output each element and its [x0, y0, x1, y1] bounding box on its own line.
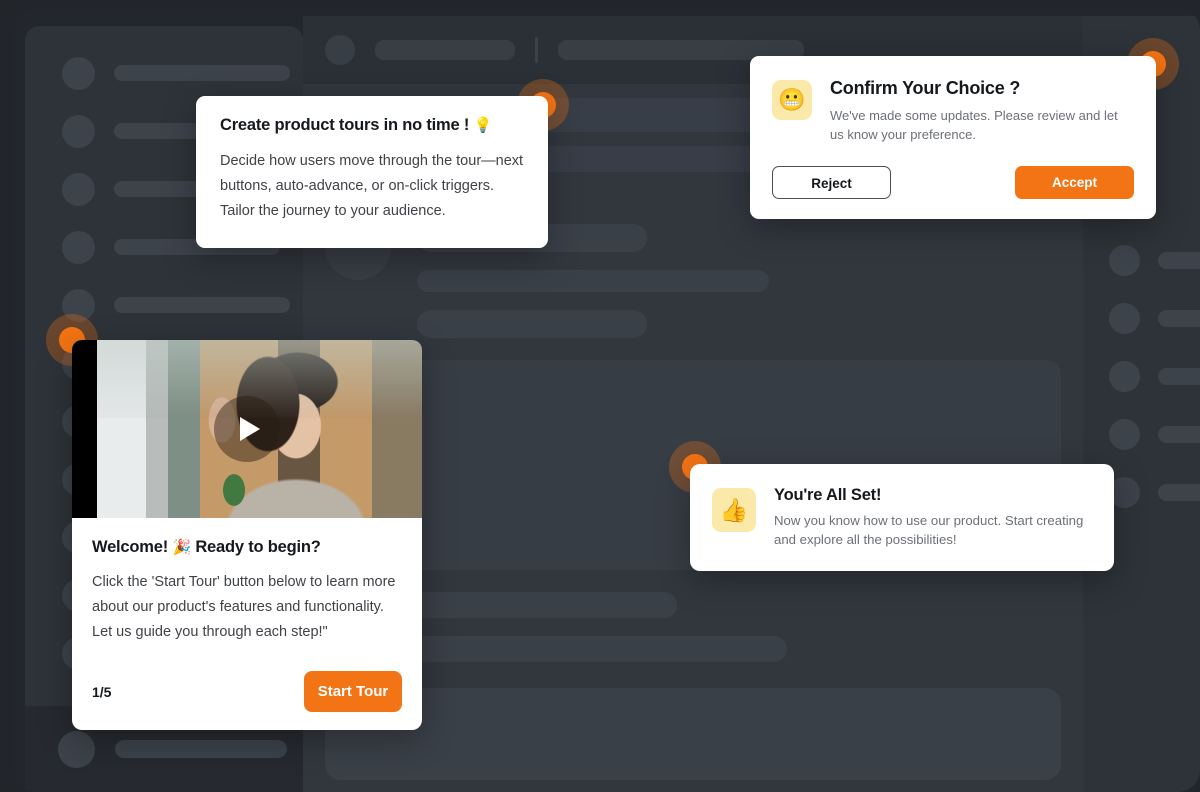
reject-button[interactable]: Reject [772, 166, 891, 199]
video-letterbox [72, 340, 97, 518]
topbar-title-placeholder [375, 40, 515, 60]
right-panel-row[interactable] [1083, 289, 1200, 347]
tooltip-card-title: Create product tours in no time ! 💡 [220, 116, 524, 135]
right-panel-avatar-placeholder [1109, 302, 1140, 334]
sidebar-avatar-placeholder [62, 56, 95, 90]
sidebar-label-placeholder [114, 65, 290, 81]
welcome-card-title-suffix: Ready to begin? [195, 538, 321, 556]
sidebar-avatar-placeholder [62, 230, 95, 264]
confirm-dialog-header: 😬 Confirm Your Choice ? We've made some … [772, 78, 1134, 144]
sidebar-footer-label [115, 740, 287, 758]
right-panel-row[interactable] [1083, 347, 1200, 405]
content-line [417, 310, 647, 338]
all-set-card: 👍 You're All Set! Now you know how to us… [690, 464, 1114, 571]
right-panel-row[interactable] [1083, 231, 1200, 289]
thumbs-up-emoji-icon: 👍 [712, 488, 756, 532]
topbar-divider [535, 37, 538, 63]
sidebar-row[interactable] [25, 44, 303, 102]
all-set-card-header: 👍 You're All Set! Now you know how to us… [712, 486, 1092, 549]
content-line [417, 270, 769, 292]
right-panel-avatar-placeholder [1109, 360, 1140, 392]
right-panel-label-placeholder [1158, 251, 1200, 269]
sidebar-avatar-placeholder [62, 172, 95, 206]
welcome-card-body-wrap: Welcome! 🎉 Ready to begin? Click the 'St… [72, 518, 422, 730]
confirm-dialog-actions: Reject Accept [772, 166, 1134, 199]
video-thumbnail[interactable] [72, 340, 422, 518]
right-panel-label-placeholder [1158, 309, 1200, 327]
welcome-card-title-prefix: Welcome! [92, 538, 169, 556]
all-set-card-body: Now you know how to use our product. Sta… [774, 513, 1084, 547]
accept-button[interactable]: Accept [1015, 166, 1134, 199]
sidebar-footer-avatar [58, 730, 95, 768]
sidebar-avatar-placeholder [62, 114, 95, 148]
content-card-secondary[interactable] [325, 688, 1061, 780]
right-panel-label-placeholder [1158, 425, 1200, 443]
welcome-card-footer: 1/5 Start Tour [92, 671, 402, 712]
confirm-dialog-card: 😬 Confirm Your Choice ? We've made some … [750, 56, 1156, 219]
tooltip-card: Create product tours in no time ! 💡 Deci… [196, 96, 548, 248]
sidebar-label-placeholder [114, 297, 290, 313]
welcome-card-body: Click the 'Start Tour' button below to l… [92, 574, 396, 640]
screenshot-stage: Create product tours in no time ! 💡 Deci… [0, 0, 1200, 792]
grimacing-face-emoji-icon: 😬 [772, 80, 812, 120]
confirm-dialog-title: Confirm Your Choice ? [830, 78, 1021, 98]
tooltip-card-title-text: Create product tours in no time ! [220, 116, 470, 134]
step-counter: 1/5 [92, 683, 112, 700]
start-tour-button[interactable]: Start Tour [304, 671, 402, 712]
right-panel-row[interactable] [1083, 405, 1200, 463]
welcome-card-title: Welcome! 🎉 Ready to begin? [92, 538, 402, 557]
topbar-avatar-placeholder [325, 35, 355, 65]
right-panel-avatar-placeholder [1109, 244, 1140, 276]
play-triangle-icon [240, 417, 260, 441]
confirm-dialog-text-group: Confirm Your Choice ? We've made some up… [830, 78, 1134, 144]
right-panel-label-placeholder [1158, 483, 1200, 501]
play-icon[interactable] [214, 396, 280, 462]
right-panel-label-placeholder [1158, 367, 1200, 385]
welcome-tour-card: Welcome! 🎉 Ready to begin? Click the 'St… [72, 340, 422, 730]
all-set-card-title: You're All Set! [774, 486, 882, 504]
party-popper-icon: 🎉 [172, 539, 191, 556]
tooltip-card-body: Decide how users move through the tour—n… [220, 153, 524, 219]
confirm-dialog-body: We've made some updates. Please review a… [830, 108, 1118, 142]
lightbulb-icon: 💡 [473, 117, 493, 134]
right-panel-avatar-placeholder [1109, 418, 1140, 450]
all-set-text-group: You're All Set! Now you know how to use … [774, 486, 1092, 549]
